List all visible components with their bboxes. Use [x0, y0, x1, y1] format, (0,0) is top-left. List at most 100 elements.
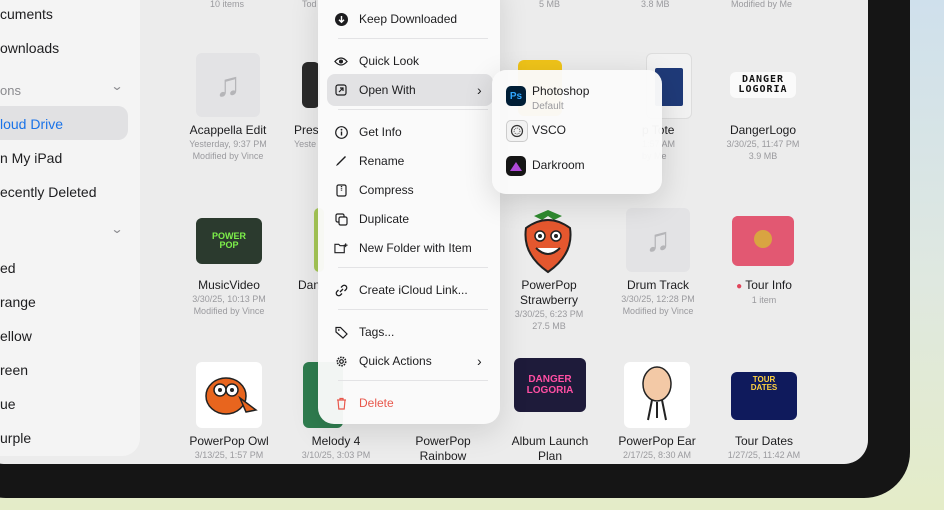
menu-item-open-with[interactable]: Open With › [318, 74, 500, 106]
menu-item-quick-actions[interactable]: Quick Actions › [318, 348, 500, 374]
eye-icon [334, 54, 348, 68]
sidebar-item-downloads[interactable]: ownloads [0, 40, 59, 56]
file-date: Yesterday, 9:37 PM [189, 139, 267, 149]
menu-item-create-icloud-link[interactable]: Create iCloud Link... [318, 277, 500, 303]
ear-thumbnail[interactable] [624, 362, 690, 428]
duplicate-icon [334, 212, 348, 226]
menu-item-label: Duplicate [359, 212, 410, 226]
file-music-video[interactable]: MusicVideo 3/30/25, 10:13 PM Modified by… [164, 278, 294, 317]
submenu-item-darkroom[interactable]: Darkroom [506, 154, 656, 178]
sidebar-section-locations[interactable]: ons [0, 83, 21, 98]
menu-item-compress[interactable]: Compress [318, 177, 500, 203]
file-name: Tour Dates [734, 434, 794, 448]
menu-item-new-folder-with-item[interactable]: New Folder with Item [318, 235, 500, 261]
file-tour-dates[interactable]: Tour Dates 1/27/25, 11:42 AM [699, 434, 829, 461]
chevron-down-icon[interactable]: ⌄ [110, 222, 123, 236]
sidebar-item-icloud-drive[interactable]: loud Drive [0, 116, 63, 132]
submenu-item-photoshop[interactable]: Ps Photoshop Default [506, 84, 656, 112]
menu-item-get-info[interactable]: Get Info [318, 119, 500, 145]
pencil-icon [334, 154, 348, 168]
menu-item-label: Quick Actions [359, 354, 432, 368]
photoshop-icon: Ps [506, 86, 526, 106]
menu-divider [338, 38, 488, 39]
link-icon [334, 283, 348, 297]
folder-thumbnail[interactable] [732, 216, 794, 266]
music-note-icon: ♫ [215, 65, 241, 104]
folder-name: ● Tour Info [736, 278, 792, 292]
red-tag-dot-icon: ● [736, 281, 743, 292]
file-name: MusicVideo [198, 278, 260, 292]
file-danger-logo[interactable]: DangerLogo 3/30/25, 11:47 PM 3.9 MB [698, 123, 828, 162]
menu-item-label: Compress [359, 183, 414, 197]
thumbnail-text: POWER POP [211, 231, 246, 250]
vsco-icon [506, 120, 528, 142]
submenu-item-label: Darkroom [532, 158, 585, 172]
menu-item-delete[interactable]: Delete [318, 390, 500, 416]
menu-item-rename[interactable]: Rename [318, 148, 500, 174]
tour-dates-thumbnail[interactable]: TOUR DATES [731, 372, 797, 420]
file-modified: Modified by Vince [193, 306, 265, 316]
open-with-icon [334, 83, 348, 97]
file-date: 3/30/25, 11:47 PM [726, 139, 800, 149]
chevron-down-icon[interactable]: ⌄ [110, 79, 123, 93]
menu-item-label: Rename [359, 154, 405, 168]
submenu-item-vsco[interactable]: VSCO [506, 119, 656, 143]
chevron-right-icon: › [477, 353, 482, 369]
menu-divider [338, 267, 488, 268]
submenu-item-default: Default [532, 101, 564, 112]
menu-item-label: Get Info [359, 125, 402, 139]
submenu-item-label: VSCO [532, 123, 567, 137]
sidebar-tag-red[interactable]: ed [0, 260, 16, 276]
sidebar-tag-orange[interactable]: range [0, 294, 36, 310]
strawberry-thumbnail[interactable] [520, 206, 576, 276]
item-meta: Tod [302, 0, 317, 9]
open-with-submenu: Ps Photoshop Default VSCO Darkroom [492, 70, 662, 194]
menu-divider [338, 380, 488, 381]
thumbnail-text: TOUR DATES [750, 375, 778, 392]
file-date: 3/30/25, 10:13 PM [192, 294, 266, 304]
file-date: 1/27/25, 11:42 AM [727, 450, 801, 460]
sidebar-tag-blue[interactable]: ue [0, 396, 16, 412]
file-size: 27.5 MB [532, 321, 566, 331]
file-size: 3.9 MB [748, 151, 778, 161]
menu-item-label: New Folder with Item [359, 241, 472, 255]
item-meta: 3.8 MB [641, 0, 670, 9]
sidebar-tag-green[interactable]: reen [0, 362, 28, 378]
folder-plus-icon [334, 241, 348, 255]
item-meta: Modified by Me [731, 0, 793, 9]
sidebar-item-recently-deleted[interactable]: ecently Deleted [0, 184, 97, 200]
archive-icon [334, 183, 348, 197]
audio-file-thumbnail[interactable]: ♫ [626, 208, 690, 272]
owl-thumbnail[interactable] [196, 362, 262, 428]
sidebar: cuments ownloads ons ⌄ loud Drive n My i… [0, 0, 140, 456]
menu-item-label: Open With [359, 83, 416, 97]
file-acappella-edit[interactable]: Acappella Edit Yesterday, 9:37 PM Modifi… [163, 123, 293, 162]
item-meta: 10 items [210, 0, 245, 9]
file-modified: Modified by Vince [622, 306, 694, 316]
danger-logo-thumbnail[interactable]: DANGER LOGORIA [730, 72, 796, 98]
gear-icon [334, 354, 348, 368]
file-name: DangerLogo [729, 123, 797, 137]
submenu-item-label: Photoshop [532, 84, 590, 98]
menu-item-label: Tags... [359, 325, 395, 339]
audio-file-thumbnail[interactable]: ♫ [196, 53, 260, 117]
album-launch-thumbnail[interactable]: DANGER LOGORIA [514, 358, 586, 412]
file-name: Acappella Edit [189, 123, 267, 137]
sidebar-item-on-my-ipad[interactable]: n My iPad [0, 150, 62, 166]
sidebar-tag-purple[interactable]: urple [0, 430, 31, 446]
menu-item-quick-look[interactable]: Quick Look [318, 48, 500, 74]
thumbnail-text: DANGER LOGORIA [526, 374, 574, 396]
darkroom-icon [506, 156, 526, 176]
sidebar-item-documents[interactable]: cuments [0, 6, 53, 22]
menu-item-label: Quick Look [359, 54, 420, 68]
sidebar-tag-yellow[interactable]: ellow [0, 328, 32, 344]
context-menu: Keep Downloaded Quick Look Open With › G… [318, 0, 500, 424]
menu-divider [338, 109, 488, 110]
info-icon [334, 125, 348, 139]
music-video-thumbnail[interactable]: POWER POP [196, 218, 262, 264]
menu-item-tags[interactable]: Tags... [318, 319, 500, 345]
menu-item-duplicate[interactable]: Duplicate [318, 206, 500, 232]
menu-item-keep-downloaded[interactable]: Keep Downloaded [318, 6, 500, 32]
folder-tour-info[interactable]: ● Tour Info 1 item [699, 278, 829, 306]
file-modified: Modified by Vince [192, 151, 264, 161]
